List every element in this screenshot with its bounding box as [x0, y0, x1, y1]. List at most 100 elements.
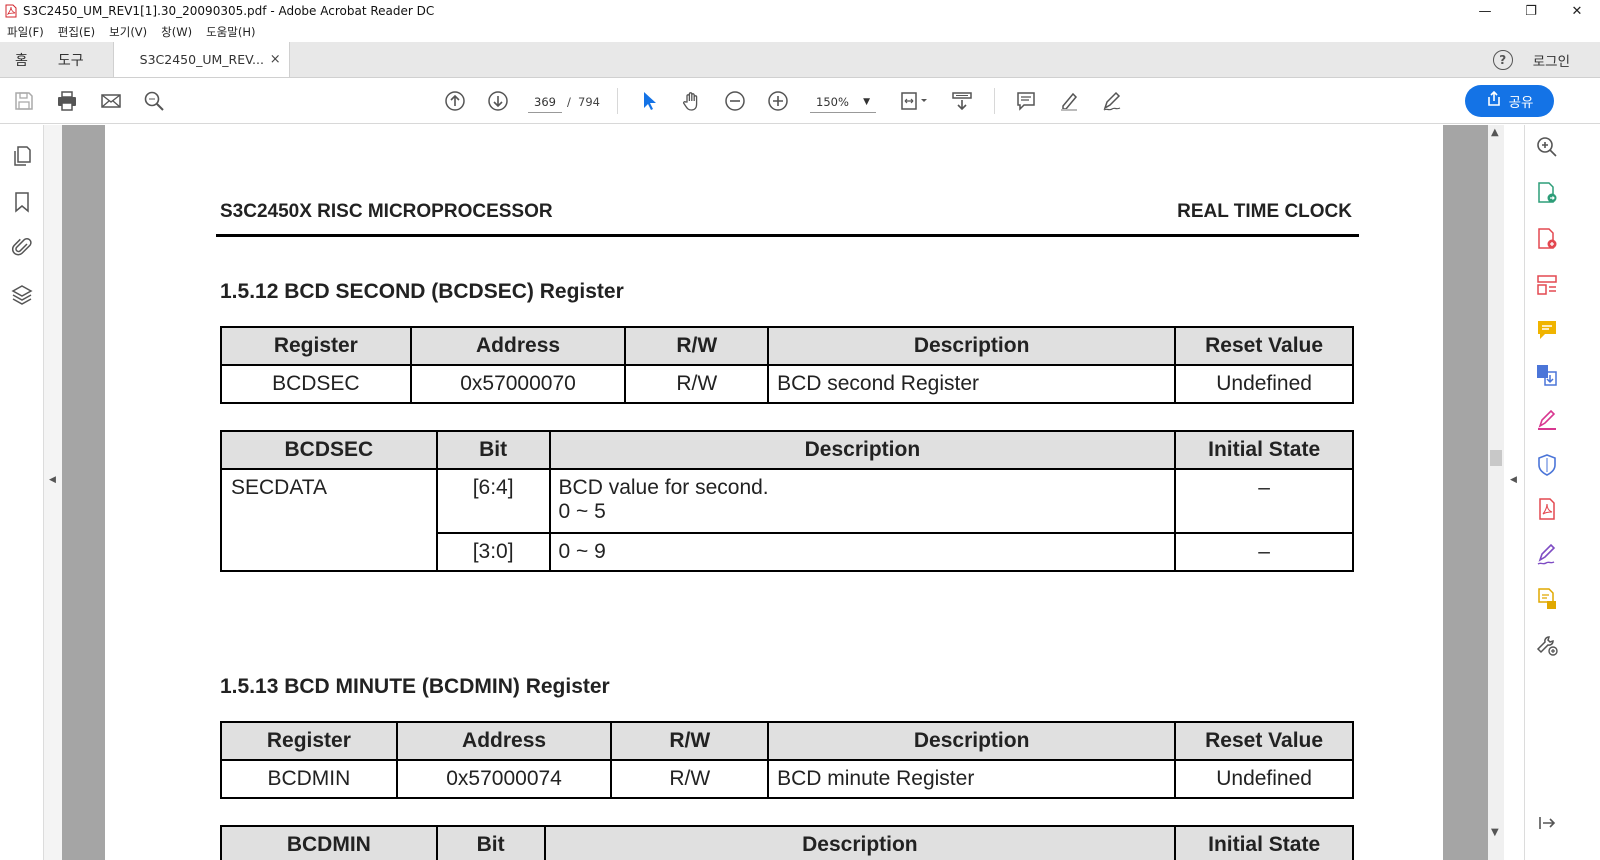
- zoom-out-icon[interactable]: [723, 89, 747, 113]
- header-rule: [216, 234, 1359, 237]
- comment-tool-icon[interactable]: [1535, 318, 1559, 342]
- window-title: S3C2450_UM_REV1[1].30_20090305.pdf - Ado…: [23, 4, 435, 18]
- table-cell: R/W: [624, 364, 770, 404]
- zoom-in-icon[interactable]: [766, 89, 790, 113]
- share-icon: [1486, 90, 1502, 111]
- scroll-up-icon[interactable]: ▲: [1491, 127, 1499, 138]
- tab-document[interactable]: S3C2450_UM_REV... ×: [112, 42, 290, 77]
- register-table: Register Address R/W Description Reset V…: [220, 721, 1354, 799]
- left-nav-panel: [0, 125, 44, 860]
- page-total: 794: [578, 95, 600, 109]
- edit-pdf-icon[interactable]: [1535, 273, 1559, 297]
- select-cursor-icon[interactable]: [637, 89, 661, 113]
- menu-help[interactable]: 도움말(H): [206, 24, 255, 40]
- page-header-left: S3C2450X RISC MICROPROCESSOR: [220, 201, 553, 222]
- print-icon[interactable]: [55, 89, 79, 113]
- vertical-scrollbar[interactable]: ▲ ▼: [1488, 125, 1504, 860]
- initial-state-cell: –: [1174, 532, 1354, 572]
- chevron-left-icon: ◀: [49, 475, 56, 485]
- fill-sign-icon[interactable]: [1535, 408, 1559, 432]
- table-header: BCDSEC: [220, 430, 438, 470]
- bit-cell: [3:0]: [435, 532, 551, 572]
- save-icon[interactable]: [12, 89, 36, 113]
- table-header: Reset Value: [1174, 326, 1354, 366]
- right-panel-toggle[interactable]: ◀: [1504, 125, 1524, 860]
- minimize-button[interactable]: —: [1462, 0, 1508, 22]
- zoom-value: 150%: [816, 95, 849, 109]
- right-tools-panel: [1524, 125, 1600, 860]
- send-signature-icon[interactable]: [1535, 543, 1559, 567]
- table-cell: Undefined: [1174, 759, 1354, 799]
- email-icon[interactable]: [99, 89, 123, 113]
- description-cell: 0 ~ 9: [548, 532, 1177, 572]
- title-bar: S3C2450_UM_REV1[1].30_20090305.pdf - Ado…: [0, 0, 1600, 22]
- bit-cell: [6:4]: [435, 468, 551, 534]
- login-button[interactable]: 로그인: [1533, 42, 1600, 77]
- table-cell: BCD second Register: [767, 364, 1177, 404]
- maximize-button[interactable]: ❐: [1508, 0, 1554, 22]
- table-header: R/W: [624, 326, 770, 366]
- close-window-button[interactable]: ✕: [1554, 0, 1600, 22]
- protect-icon[interactable]: [1535, 453, 1559, 477]
- tab-home[interactable]: 홈: [0, 42, 43, 77]
- sign-icon[interactable]: [1100, 89, 1124, 113]
- pdf-file-icon[interactable]: [1535, 497, 1559, 521]
- scroll-mode-icon[interactable]: [950, 89, 974, 113]
- document-viewport[interactable]: S3C2450X RISC MICROPROCESSOR REAL TIME C…: [62, 125, 1488, 860]
- attachment-icon[interactable]: [11, 236, 33, 258]
- bit-field-table: BCDSEC Bit Description Initial State SEC…: [220, 430, 1354, 572]
- bookmark-icon[interactable]: [11, 191, 33, 213]
- section-title: 1.5.12 BCD SECOND (BCDSEC) Register: [220, 280, 624, 303]
- scroll-down-icon[interactable]: ▼: [1491, 827, 1499, 838]
- combine-files-icon[interactable]: [1535, 363, 1559, 387]
- pdf-page: S3C2450X RISC MICROPROCESSOR REAL TIME C…: [105, 125, 1443, 860]
- close-tab-icon[interactable]: ×: [270, 52, 281, 67]
- chevron-down-icon: ▼: [863, 97, 870, 107]
- table-cell: BCDMIN: [220, 759, 398, 799]
- collapse-panel-icon[interactable]: [1535, 811, 1559, 835]
- page-thumbnails-icon[interactable]: [11, 145, 33, 167]
- toolbar-divider: [994, 88, 995, 114]
- export-pdf-icon[interactable]: [1535, 181, 1559, 205]
- menu-edit[interactable]: 편집(E): [58, 24, 95, 40]
- table-header: Reset Value: [1174, 721, 1354, 761]
- table-header: Description: [767, 326, 1177, 366]
- table-cell: BCD minute Register: [767, 759, 1177, 799]
- search-icon[interactable]: [142, 89, 166, 113]
- table-header: Address: [395, 721, 613, 761]
- rich-media-icon[interactable]: [1535, 587, 1559, 611]
- create-pdf-icon[interactable]: [1535, 227, 1559, 251]
- share-button[interactable]: 공유: [1465, 85, 1554, 117]
- section-title: 1.5.13 BCD MINUTE (BCDMIN) Register: [220, 675, 610, 698]
- left-panel-toggle[interactable]: ◀: [44, 125, 62, 860]
- tab-document-label: S3C2450_UM_REV...: [139, 52, 264, 67]
- zoom-select[interactable]: 150% ▼: [810, 91, 876, 113]
- menu-view[interactable]: 보기(V): [109, 24, 147, 40]
- table-header: Register: [220, 721, 398, 761]
- more-tools-icon[interactable]: [1535, 633, 1559, 657]
- comment-icon[interactable]: [1014, 89, 1038, 113]
- page-separator: /: [567, 95, 571, 109]
- highlight-icon[interactable]: [1057, 89, 1081, 113]
- table-row: BCDMIN 0x57000074 R/W BCD minute Registe…: [220, 759, 1354, 799]
- menu-bar: 파일(F) 편집(E) 보기(V) 창(W) 도움말(H): [0, 22, 1600, 42]
- page-fit-icon[interactable]: [897, 89, 931, 113]
- table-cell: 0x57000074: [395, 759, 613, 799]
- chevron-left-icon: ◀: [1510, 475, 1517, 485]
- table-header: Register: [220, 326, 412, 366]
- hand-icon[interactable]: [680, 89, 704, 113]
- help-icon[interactable]: ?: [1492, 50, 1513, 70]
- menu-file[interactable]: 파일(F): [7, 24, 44, 40]
- scrollbar-thumb[interactable]: [1490, 450, 1502, 466]
- page-number-input[interactable]: 369: [528, 91, 562, 113]
- table-cell: 0x57000070: [409, 364, 627, 404]
- table-row: BCDSEC 0x57000070 R/W BCD second Registe…: [220, 364, 1354, 404]
- share-label: 공유: [1508, 95, 1534, 111]
- table-header: Bit: [435, 825, 546, 860]
- next-page-icon[interactable]: [486, 89, 510, 113]
- menu-window[interactable]: 창(W): [161, 24, 192, 40]
- layers-icon[interactable]: [11, 283, 33, 305]
- prev-page-icon[interactable]: [443, 89, 467, 113]
- zoom-search-icon[interactable]: [1535, 135, 1559, 159]
- tab-tools[interactable]: 도구: [43, 42, 99, 77]
